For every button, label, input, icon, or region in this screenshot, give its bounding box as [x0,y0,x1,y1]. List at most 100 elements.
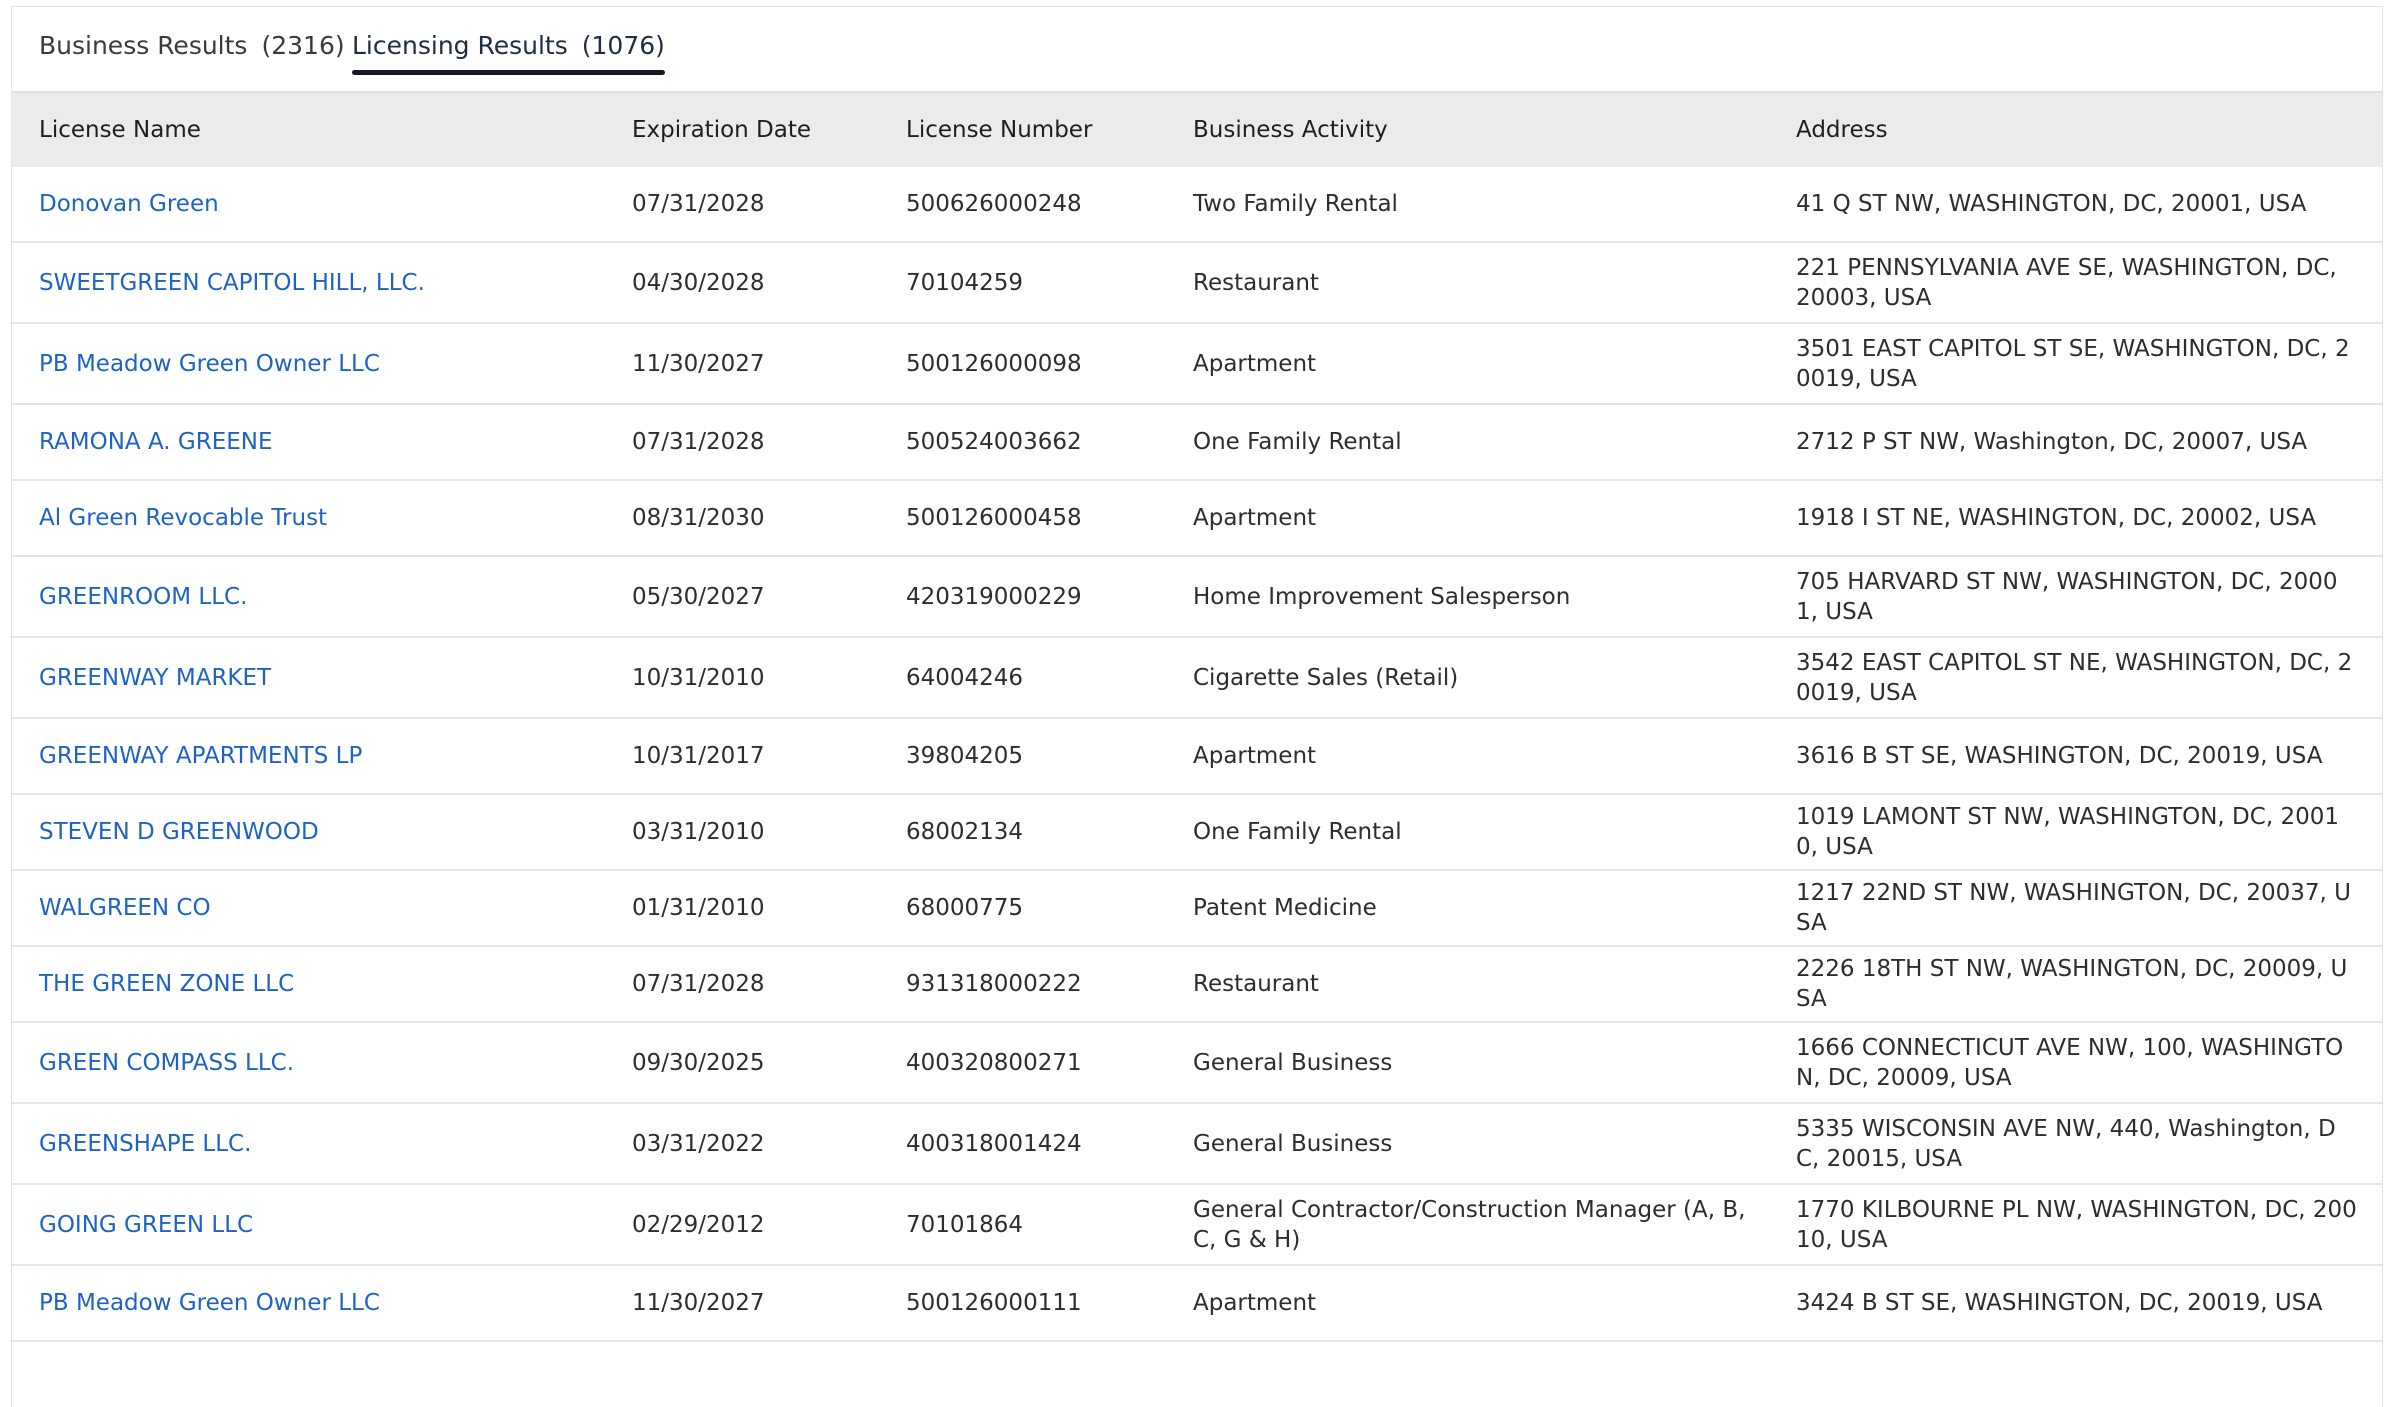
address: 3501 EAST CAPITOL ST SE, WASHINGTON, DC,… [1769,323,2382,405]
business-activity: Apartment [1166,323,1769,405]
license-number: 39804205 [879,718,1166,795]
license-name-link[interactable]: GREENWAY APARTMENTS LP [39,743,362,769]
license-name-link[interactable]: GREENWAY MARKET [39,665,271,691]
tab-label: Business Results [39,31,248,60]
address: 1217 22ND ST NW, WASHINGTON, DC, 20037, … [1769,870,2382,947]
license-name-link[interactable]: THE GREEN ZONE LLC [39,971,294,997]
tab-label: Licensing Results [352,31,568,60]
license-number: 500626000248 [879,167,1166,243]
license-number: 64004246 [879,637,1166,719]
business-activity: Cigarette Sales (Retail) [1166,637,1769,719]
license-name-link[interactable]: Al Green Revocable Trust [39,505,327,531]
table-row: PB Meadow Green Owner LLC 11/30/2027 500… [12,1265,2382,1342]
license-name-link[interactable]: RAMONA A. GREENE [39,429,273,455]
license-number: 68002134 [879,794,1166,871]
business-activity: Two Family Rental [1166,167,1769,243]
license-name-link[interactable]: STEVEN D GREENWOOD [39,819,319,845]
license-name-link[interactable]: SWEETGREEN CAPITOL HILL, LLC. [39,270,425,296]
column-header-expiration-date: Expiration Date [605,93,879,167]
license-number: 68000775 [879,870,1166,947]
expiration-date: 03/31/2010 [605,794,879,871]
address: 2712 P ST NW, Washington, DC, 20007, USA [1769,404,2382,481]
expiration-date: 03/31/2022 [605,1103,879,1185]
table-row: GREENROOM LLC. 05/30/2027 420319000229 H… [12,556,2382,638]
business-activity: One Family Rental [1166,794,1769,871]
column-header-license-number: License Number [879,93,1166,167]
tab-count: (2316) [261,31,345,60]
expiration-date: 10/31/2017 [605,718,879,795]
table-row: THE GREEN ZONE LLC 07/31/2028 9313180002… [12,946,2382,1023]
license-number: 70101864 [879,1184,1166,1266]
table-row: STEVEN D GREENWOOD 03/31/2010 68002134 O… [12,794,2382,871]
expiration-date: 07/31/2028 [605,404,879,481]
tab-count: (1076) [581,31,665,60]
address: 221 PENNSYLVANIA AVE SE, WASHINGTON, DC,… [1769,242,2382,324]
license-number: 70104259 [879,242,1166,324]
license-number: 400318001424 [879,1103,1166,1185]
licensing-results-panel: Business Results (2316) Licensing Results… [11,6,2383,1407]
table-row: GREEN COMPASS LLC. 09/30/2025 4003208002… [12,1022,2382,1104]
license-number: 400320800271 [879,1022,1166,1104]
table-row: GREENSHAPE LLC. 03/31/2022 400318001424 … [12,1103,2382,1185]
table-row: Donovan Green 07/31/2028 500626000248 Tw… [12,167,2382,243]
results-tabs: Business Results (2316) Licensing Results… [12,7,2382,93]
address: 41 Q ST NW, WASHINGTON, DC, 20001, USA [1769,167,2382,243]
column-header-license-name: License Name [12,93,605,167]
license-number: 420319000229 [879,556,1166,638]
expiration-date: 10/31/2010 [605,637,879,719]
expiration-date: 07/31/2028 [605,167,879,243]
license-name-link[interactable]: PB Meadow Green Owner LLC [39,351,380,377]
column-header-business-activity: Business Activity [1166,93,1769,167]
business-activity: Apartment [1166,718,1769,795]
license-number: 500126000098 [879,323,1166,405]
expiration-date: 02/29/2012 [605,1184,879,1266]
license-name-link[interactable]: GREENSHAPE LLC. [39,1131,251,1157]
expiration-date: 05/30/2027 [605,556,879,638]
license-name-link[interactable]: GREENROOM LLC. [39,584,247,610]
address: 5335 WISCONSIN AVE NW, 440, Washington, … [1769,1103,2382,1185]
license-name-link[interactable]: WALGREEN CO [39,895,211,921]
table-row: GREENWAY MARKET 10/31/2010 64004246 Ciga… [12,637,2382,719]
license-name-link[interactable]: GOING GREEN LLC [39,1212,253,1238]
license-name-link[interactable]: GREEN COMPASS LLC. [39,1050,294,1076]
business-activity: General Business [1166,1103,1769,1185]
business-activity: General Business [1166,1022,1769,1104]
address: 1770 KILBOURNE PL NW, WASHINGTON, DC, 20… [1769,1184,2382,1266]
address: 1918 I ST NE, WASHINGTON, DC, 20002, USA [1769,480,2382,557]
table-row: GOING GREEN LLC 02/29/2012 70101864 Gene… [12,1184,2382,1266]
tab-business-results[interactable]: Business Results (2316) [39,31,345,74]
license-name-link[interactable]: Donovan Green [39,191,219,217]
table-row: RAMONA A. GREENE 07/31/2028 500524003662… [12,404,2382,481]
license-number: 500126000458 [879,480,1166,557]
business-activity: Restaurant [1166,242,1769,324]
address: 3616 B ST SE, WASHINGTON, DC, 20019, USA [1769,718,2382,795]
business-activity: One Family Rental [1166,404,1769,481]
address: 2226 18TH ST NW, WASHINGTON, DC, 20009, … [1769,946,2382,1023]
active-tab-indicator [352,70,665,75]
tab-licensing-results[interactable]: Licensing Results (1076) [352,31,665,75]
address: 1666 CONNECTICUT AVE NW, 100, WASHINGTON… [1769,1022,2382,1104]
license-number: 500126000111 [879,1265,1166,1342]
expiration-date: 09/30/2025 [605,1022,879,1104]
expiration-date: 04/30/2028 [605,242,879,324]
address: 705 HARVARD ST NW, WASHINGTON, DC, 20001… [1769,556,2382,638]
table-header: License Name Expiration Date License Num… [12,93,2382,167]
business-activity: Home Improvement Salesperson [1166,556,1769,638]
column-header-address: Address [1769,93,2382,167]
expiration-date: 01/31/2010 [605,870,879,947]
business-activity: Apartment [1166,480,1769,557]
license-number: 931318000222 [879,946,1166,1023]
business-activity: General Contractor/Construction Manager … [1166,1184,1769,1266]
expiration-date: 07/31/2028 [605,946,879,1023]
license-number: 500524003662 [879,404,1166,481]
table-row: Al Green Revocable Trust 08/31/2030 5001… [12,480,2382,557]
table-body: Donovan Green 07/31/2028 500626000248 Tw… [12,167,2382,1342]
address: 1019 LAMONT ST NW, WASHINGTON, DC, 20010… [1769,794,2382,871]
expiration-date: 08/31/2030 [605,480,879,557]
business-activity: Apartment [1166,1265,1769,1342]
address: 3424 B ST SE, WASHINGTON, DC, 20019, USA [1769,1265,2382,1342]
license-name-link[interactable]: PB Meadow Green Owner LLC [39,1290,380,1316]
address: 3542 EAST CAPITOL ST NE, WASHINGTON, DC,… [1769,637,2382,719]
table-row: PB Meadow Green Owner LLC 11/30/2027 500… [12,323,2382,405]
expiration-date: 11/30/2027 [605,323,879,405]
